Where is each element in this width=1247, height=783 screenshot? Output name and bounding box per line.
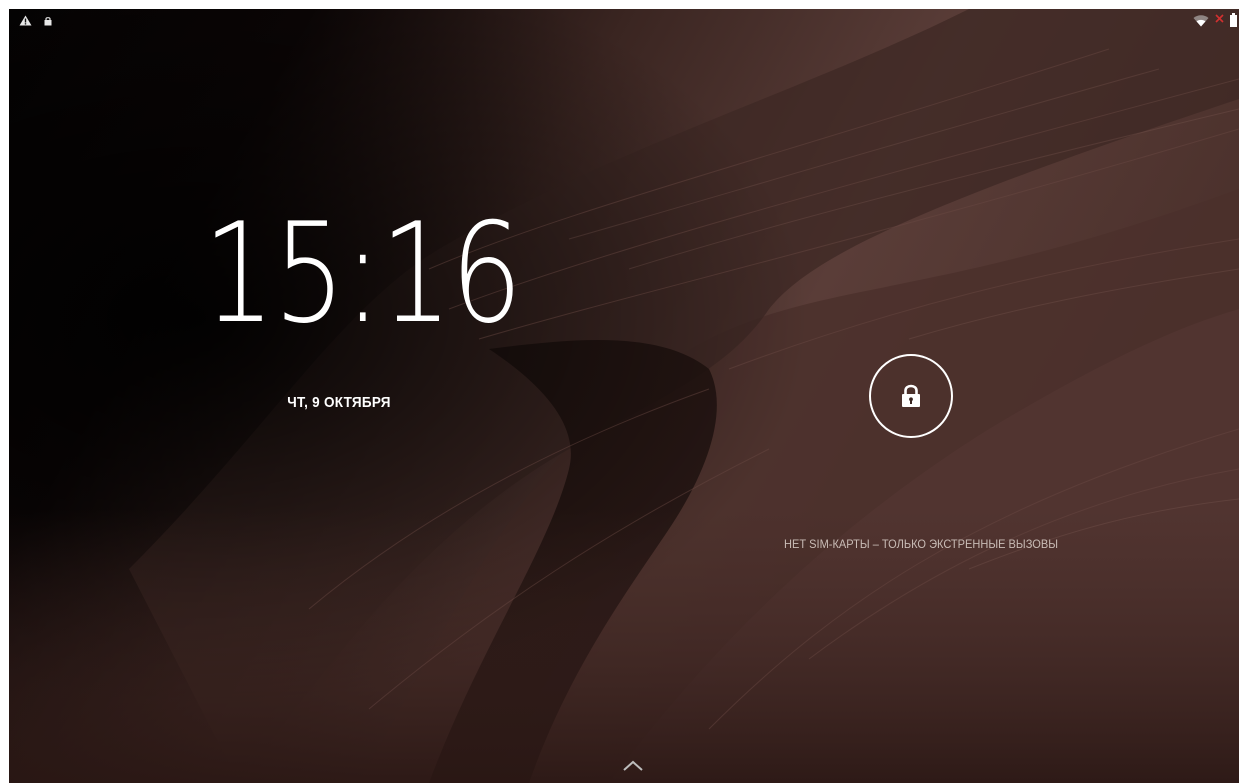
swipe-up-handle[interactable] [619, 757, 647, 775]
status-bar [9, 9, 1239, 35]
chevron-up-icon [623, 760, 643, 771]
no-sim-icon [1215, 13, 1224, 23]
lock-screen: 15:16 ЧТ, 9 ОКТЯБРЯ НЕТ SIM-КАРТЫ – ТОЛЬ… [9, 9, 1239, 783]
carrier-status-text: НЕТ SIM-КАРТЫ – ТОЛЬКО ЭКСТРЕННЫЕ ВЫЗОВЫ [784, 537, 1058, 551]
wallpaper [9, 9, 1239, 783]
battery-icon [1230, 13, 1237, 27]
unlock-button[interactable] [869, 354, 953, 438]
lock-icon [44, 16, 52, 25]
warning-icon [19, 15, 32, 26]
lock-icon [902, 384, 920, 407]
date-label: ЧТ, 9 ОКТЯБРЯ [287, 394, 391, 411]
wifi-icon [1193, 14, 1209, 26]
clock-time: 15:16 [203, 193, 523, 354]
